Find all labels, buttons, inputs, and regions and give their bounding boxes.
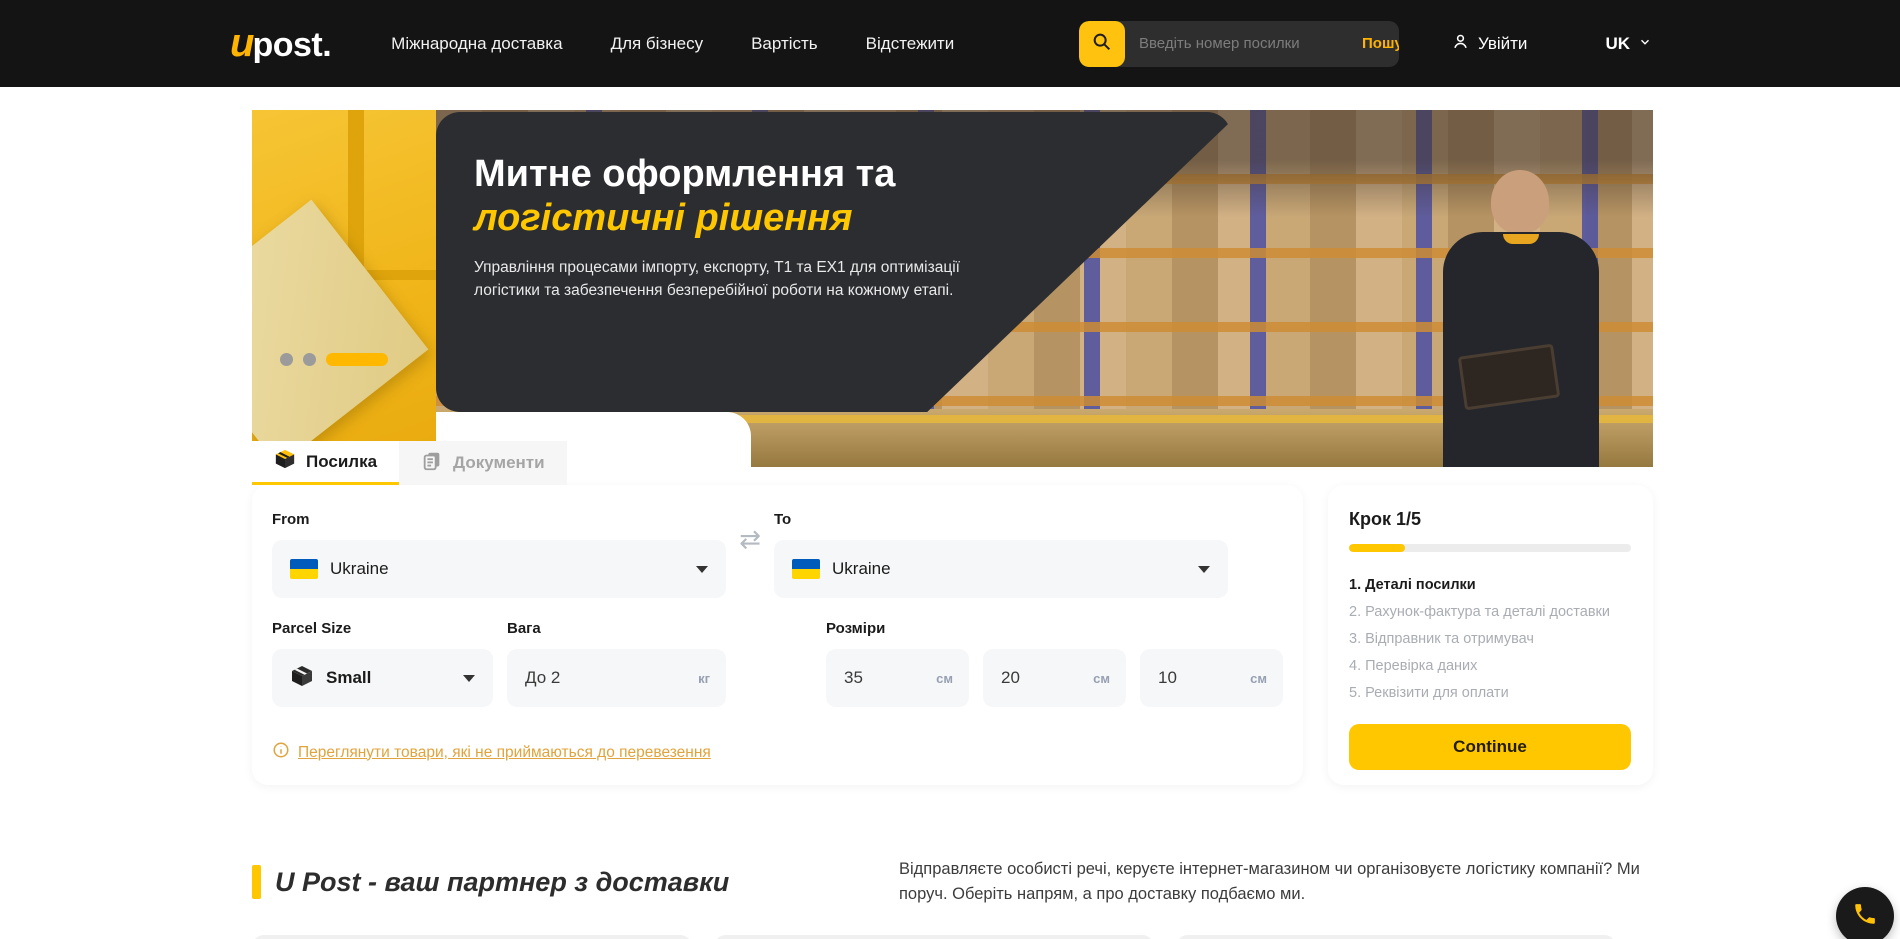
- chevron-down-icon: [1638, 34, 1652, 54]
- weight-unit: кг: [698, 671, 710, 686]
- carousel-dot-active[interactable]: [326, 353, 388, 366]
- height-field: см: [1140, 649, 1283, 707]
- chevron-down-icon: [696, 566, 708, 573]
- progress-bar: [1349, 544, 1631, 552]
- weight-field: кг: [507, 649, 726, 707]
- parcel-size-select[interactable]: Small: [272, 649, 493, 707]
- envelope-graphic: [252, 200, 428, 443]
- from-country-select[interactable]: Ukraine: [272, 540, 726, 598]
- parcel-form-card: From Ukraine ⇄ To Ukraine: [252, 485, 1303, 785]
- height-unit: см: [1250, 671, 1267, 686]
- booking-section: From Ukraine ⇄ To Ukraine: [252, 485, 1900, 785]
- to-country-value: Ukraine: [832, 559, 891, 579]
- progress-fill: [1349, 544, 1405, 552]
- nav-item-international[interactable]: Міжнародна доставка: [391, 34, 562, 54]
- step-item-4: 4. Перевірка даних: [1349, 657, 1631, 675]
- steps-list: 1. Деталі посилки 2. Рахунок-фактура та …: [1349, 576, 1631, 702]
- language-code: UK: [1605, 34, 1630, 54]
- user-icon: [1451, 32, 1470, 56]
- steps-title: Крок 1/5: [1349, 509, 1631, 530]
- dimensions-label: Розміри: [826, 620, 1283, 637]
- hero-banner: Митне оформлення та логістичні рішення У…: [252, 110, 1653, 467]
- search-submit-button[interactable]: Пошук: [1348, 35, 1399, 52]
- weight-label: Вага: [507, 620, 726, 637]
- logo-text: post.: [252, 26, 331, 65]
- step-item-5: 5. Реквізити для оплати: [1349, 684, 1631, 702]
- direction-card-2[interactable]: [714, 935, 1154, 939]
- nav-item-track[interactable]: Відстежити: [866, 34, 955, 54]
- parcel-box-icon: [290, 664, 314, 693]
- width-field: см: [983, 649, 1126, 707]
- to-label: To: [774, 511, 1228, 528]
- intro-text: Відправляєте особисті речі, керуєте інте…: [899, 857, 1647, 907]
- tracking-number-input[interactable]: [1125, 35, 1348, 52]
- height-input[interactable]: [1158, 668, 1242, 688]
- nav-item-business[interactable]: Для бізнесу: [611, 34, 704, 54]
- language-selector[interactable]: UK: [1605, 34, 1652, 54]
- logo[interactable]: u post.: [230, 21, 331, 66]
- from-country-value: Ukraine: [330, 559, 389, 579]
- booking-tabs: Посилка Документи: [252, 441, 567, 485]
- warehouse-worker: [1421, 170, 1621, 467]
- width-input[interactable]: [1001, 668, 1085, 688]
- tab-documents-label: Документи: [453, 453, 545, 473]
- parcel-size-label: Parcel Size: [272, 620, 493, 637]
- heading-accent-bar: [252, 865, 261, 899]
- tracking-search: Пошук: [1079, 21, 1399, 67]
- length-field: см: [826, 649, 969, 707]
- continue-button[interactable]: Continue: [1349, 724, 1631, 770]
- step-item-2: 2. Рахунок-фактура та деталі доставки: [1349, 603, 1631, 621]
- search-icon: [1091, 31, 1113, 56]
- hero-title-line1: Митне оформлення та: [474, 152, 1231, 196]
- weight-input[interactable]: [525, 668, 690, 688]
- documents-icon: [421, 450, 443, 477]
- hero-yellow-panel: [252, 110, 436, 443]
- info-icon: [272, 741, 290, 764]
- nav-item-pricing[interactable]: Вартість: [751, 34, 818, 54]
- step-item-3: 3. Відправник та отримувач: [1349, 630, 1631, 648]
- top-navbar: u post. Міжнародна доставка Для бізнесу …: [0, 0, 1900, 87]
- direction-card-3[interactable]: [1176, 935, 1616, 939]
- direction-card-1[interactable]: [252, 935, 692, 939]
- carousel-dot-2[interactable]: [303, 353, 316, 366]
- parcel-box-icon: [274, 448, 296, 475]
- chevron-down-icon: [463, 675, 475, 682]
- chevron-down-icon: [1198, 566, 1210, 573]
- ukraine-flag-icon: [792, 559, 820, 579]
- tab-documents[interactable]: Документи: [399, 441, 567, 485]
- tab-parcel[interactable]: Посилка: [252, 441, 399, 485]
- restricted-items-link-row: Переглянути товари, які не приймаються д…: [272, 741, 1281, 764]
- search-icon-button[interactable]: [1079, 21, 1125, 67]
- steps-card: Крок 1/5 1. Деталі посилки 2. Рахунок-фа…: [1328, 485, 1653, 785]
- step-item-1: 1. Деталі посилки: [1349, 576, 1631, 594]
- length-input[interactable]: [844, 668, 928, 688]
- carousel-dot-1[interactable]: [280, 353, 293, 366]
- hero-subtitle: Управління процесами імпорту, експорту, …: [474, 256, 979, 302]
- tab-parcel-label: Посилка: [306, 452, 377, 472]
- login-button[interactable]: Увійти: [1451, 32, 1527, 56]
- logo-u: u: [230, 21, 252, 66]
- to-country-select[interactable]: Ukraine: [774, 540, 1228, 598]
- ukraine-flag-icon: [290, 559, 318, 579]
- parcel-size-value: Small: [326, 668, 371, 688]
- width-unit: см: [1093, 671, 1110, 686]
- from-label: From: [272, 511, 726, 528]
- swap-directions-icon[interactable]: ⇄: [726, 525, 774, 555]
- length-unit: см: [936, 671, 953, 686]
- intro-section: U Post - ваш партнер з доставки Відправл…: [252, 857, 1647, 907]
- direction-cards: [252, 935, 1900, 939]
- main-nav: Міжнародна доставка Для бізнесу Вартість…: [391, 34, 954, 54]
- phone-icon: [1852, 901, 1878, 932]
- restricted-items-link[interactable]: Переглянути товари, які не приймаються д…: [298, 744, 711, 762]
- login-label: Увійти: [1478, 34, 1527, 54]
- contact-fab[interactable]: [1836, 887, 1894, 939]
- carousel-indicators: [280, 353, 388, 366]
- intro-heading: U Post - ваш партнер з доставки: [275, 867, 729, 898]
